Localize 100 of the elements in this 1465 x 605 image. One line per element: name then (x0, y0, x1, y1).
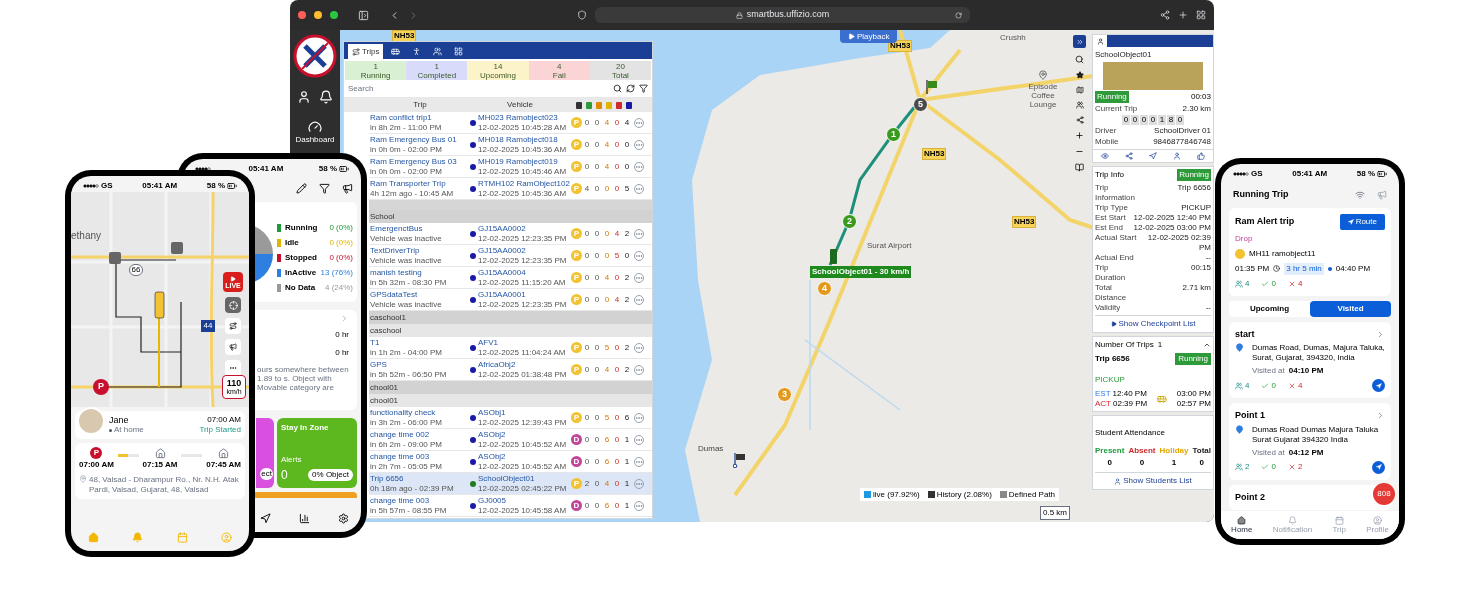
count-cell-text: 0 (583, 411, 591, 424)
count-cell-text: 0 (603, 227, 611, 240)
trip-name: Ram Emergency Bus 03 (370, 156, 458, 167)
count-cell-text: 0 (583, 341, 591, 354)
legend-label: live (97.92%) (873, 488, 920, 501)
field-label: Current Trip (1095, 104, 1138, 114)
carrier-label: GS (101, 180, 113, 192)
trip-type-badge: P (571, 117, 582, 128)
vehicle-name: MH018 Ramobject018 (478, 134, 559, 145)
start-time: 01:35 PM (1235, 262, 1270, 275)
trip-eta: in 5h 52m - 06:50 PM (370, 369, 448, 380)
count-cell-text: 6 (603, 455, 611, 468)
trip-type-badge: P (571, 294, 582, 305)
vehicle-time: 12-02-2025 11:15:20 AM (478, 277, 566, 288)
count-cell-text: 0 (593, 363, 601, 376)
vehicle-name: GJ15AA0002 (478, 223, 527, 234)
trip-eta: in 3h 2m - 06:00 PM (370, 417, 444, 428)
count-cell-text: 0 (593, 116, 601, 129)
vehicle-name: MH019 Ramobject019 (478, 156, 559, 167)
count-cell-text: 0 (583, 227, 591, 240)
duration-badge: 3 hr 5 min (1284, 262, 1324, 275)
checkpoint-name: Point 2 (1235, 490, 1265, 504)
vehicle-time: 12-02-2025 12:23:35 PM (478, 233, 567, 244)
attendance-value: 0 (1139, 457, 1145, 469)
status-badge: Running (1095, 91, 1129, 103)
count-cell-text: 1 (623, 455, 631, 468)
trip-type-badge: P (571, 228, 582, 239)
column-header: Vehicle (506, 99, 534, 111)
address-text: 48, Valsad - Dharampur Ro., Nr. N.H. Atak Pardi, Valsad, Gujarat, 48, Valsad (89, 475, 240, 495)
trip-eta: in 1h 2m - 04:00 PM (370, 347, 444, 358)
count-cell-text: 0 (613, 271, 621, 284)
object-name: SchoolObject01 (1095, 49, 1153, 61)
card-title: Trip Info (1095, 169, 1125, 181)
count-cell-text: 0 (613, 363, 621, 376)
count-cell-text: 0 (593, 160, 601, 173)
trip-count: 1 (1157, 339, 1163, 351)
stop-time: 07:45 AM (206, 458, 241, 471)
child-time: 07:00 AM (207, 415, 241, 425)
count-cell-text: 0 (623, 249, 631, 262)
vehicle-name: GJ15AA0002 (478, 245, 527, 256)
trip-type-badge: D (571, 434, 582, 445)
count-cell-text: 0 (613, 182, 621, 195)
count-cell-text: 0 (583, 138, 591, 151)
legend-value: 0 (0%) (329, 222, 353, 234)
speed-value: 110 (226, 379, 242, 388)
count-cell-text: 0 (593, 411, 601, 424)
field-value: 12-02-2025 03:00 PM (1133, 223, 1211, 233)
vehicle-time: 12-02-2025 10:45:46 AM (478, 166, 567, 177)
trip-type-badge: D (571, 456, 582, 467)
card-title: Student Attendance (1095, 428, 1165, 437)
attendance-label: Absent (1128, 445, 1156, 457)
legend-label: Stopped (285, 252, 317, 264)
legend-label: Running (285, 222, 318, 234)
attendance-value: 0 (1107, 457, 1112, 469)
count-cell-text: 0 (593, 293, 601, 306)
count-cell-text: 6 (623, 411, 631, 424)
legend-label: History (2.08%) (936, 488, 992, 501)
trip-eta: in 0h 0m - 02:00 PM (370, 166, 444, 177)
field-value: 00:15 (1190, 263, 1211, 274)
count-cell-text: 5 (603, 411, 611, 424)
vehicle-time: 12-02-2025 12:39:43 PM (478, 417, 567, 428)
trip-name: change time 002 (370, 429, 431, 440)
status-badge: Running (1175, 353, 1211, 365)
count-cell-text: 1 (623, 433, 631, 446)
vehicle-name: SchoolObject01 (478, 473, 536, 484)
trip-name: TextDriverTrip (370, 245, 421, 256)
road-label: NH53 (922, 148, 947, 160)
act-start-time: 02:39 PM (1113, 399, 1148, 409)
trip-name: GPS (370, 359, 388, 370)
trip-eta: 0h 18m ago - 02:39 PM (370, 483, 455, 494)
clock-time: 05:41 AM (248, 163, 284, 175)
trip-type-badge: P (571, 364, 582, 375)
trip-eta: in 5h 57m - 08:55 PM (370, 505, 448, 516)
absent-count: 2 (1297, 461, 1303, 473)
count-cell-text: 0 (593, 477, 601, 490)
trip-name: GPSdataTest (370, 289, 419, 300)
road-label: NH53 (888, 40, 913, 52)
checkpoint-name: Point 1 (1235, 409, 1265, 422)
field-label: Trip Duration (1095, 263, 1127, 283)
road-label: NH53 (392, 30, 417, 42)
vehicle-label: SchoolObject01 - 30 km/h (810, 266, 912, 278)
vehicle-time: 12-02-2025 12:23:35 PM (478, 299, 567, 310)
road-shield: 44 (201, 320, 215, 332)
trip-eta: in 2h 7m - 05:05 PM (370, 461, 444, 472)
trip-eta: in 5h 32m - 08:30 PM (370, 277, 448, 288)
trip-eta: in 8h 2m - 11:00 PM (370, 122, 443, 133)
tile-caption: Alerts (281, 454, 303, 466)
parking-marker: P (90, 447, 103, 459)
checkpoint-address: Dumas Road, Dumas, Majura Taluka, Surat, Gujarat, 394320, India (1252, 343, 1385, 363)
trip-eta: in 0h 0m - 02:00 PM (370, 144, 444, 155)
count-cell-text: 0 (583, 271, 591, 284)
field-label: Validity (1095, 303, 1121, 313)
trip-type: Drop (1235, 232, 1254, 245)
visited-time: 04:10 PM (1288, 365, 1324, 377)
trip-type-badge: P (571, 161, 582, 172)
trip-name: change time 003 (370, 495, 431, 506)
trip-name: manish testing (370, 267, 423, 278)
count-cell-text: 6 (603, 499, 611, 512)
vehicle-name: MH023 Ramobject023 (478, 112, 559, 123)
url-text: smartbus.uffizio.com (746, 8, 830, 22)
